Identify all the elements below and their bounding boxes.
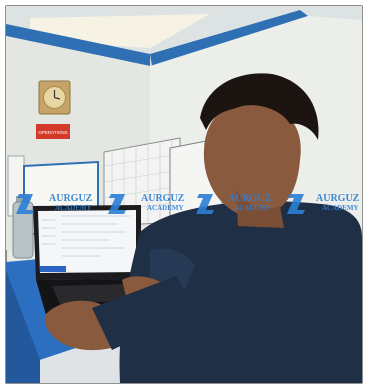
sign-text: OPERATIONS	[38, 130, 67, 135]
photo-scene: OPERATIONS AURGUZ ACADEMY AURGUZ ACADEMY…	[0, 0, 368, 389]
svg-text:ACADEMY: ACADEMY	[147, 204, 184, 212]
watermark-logo-3: AURGUZ ACADEMY	[196, 193, 272, 214]
watermark-logo-1: AURGUZ ACADEMY	[16, 193, 93, 214]
svg-text:AURGUZ: AURGUZ	[316, 193, 360, 204]
svg-text:AURGUZ: AURGUZ	[228, 193, 272, 204]
watermark-logo-2: AURGUZ ACADEMY	[108, 193, 185, 214]
svg-text:ACADEMY: ACADEMY	[234, 204, 271, 212]
operations-sign: OPERATIONS	[36, 124, 70, 139]
svg-text:ACADEMY: ACADEMY	[322, 204, 359, 212]
wall-clock-icon	[38, 80, 71, 115]
laptop-screen	[38, 210, 136, 273]
svg-text:ACADEMY: ACADEMY	[55, 204, 92, 212]
svg-text:AURGUZ: AURGUZ	[141, 193, 185, 204]
photo: OPERATIONS AURGUZ ACADEMY AURGUZ ACADEMY…	[0, 0, 368, 389]
watermark-logo-4: AURGUZ ACADEMY	[287, 193, 360, 214]
svg-text:AURGUZ: AURGUZ	[49, 193, 93, 204]
